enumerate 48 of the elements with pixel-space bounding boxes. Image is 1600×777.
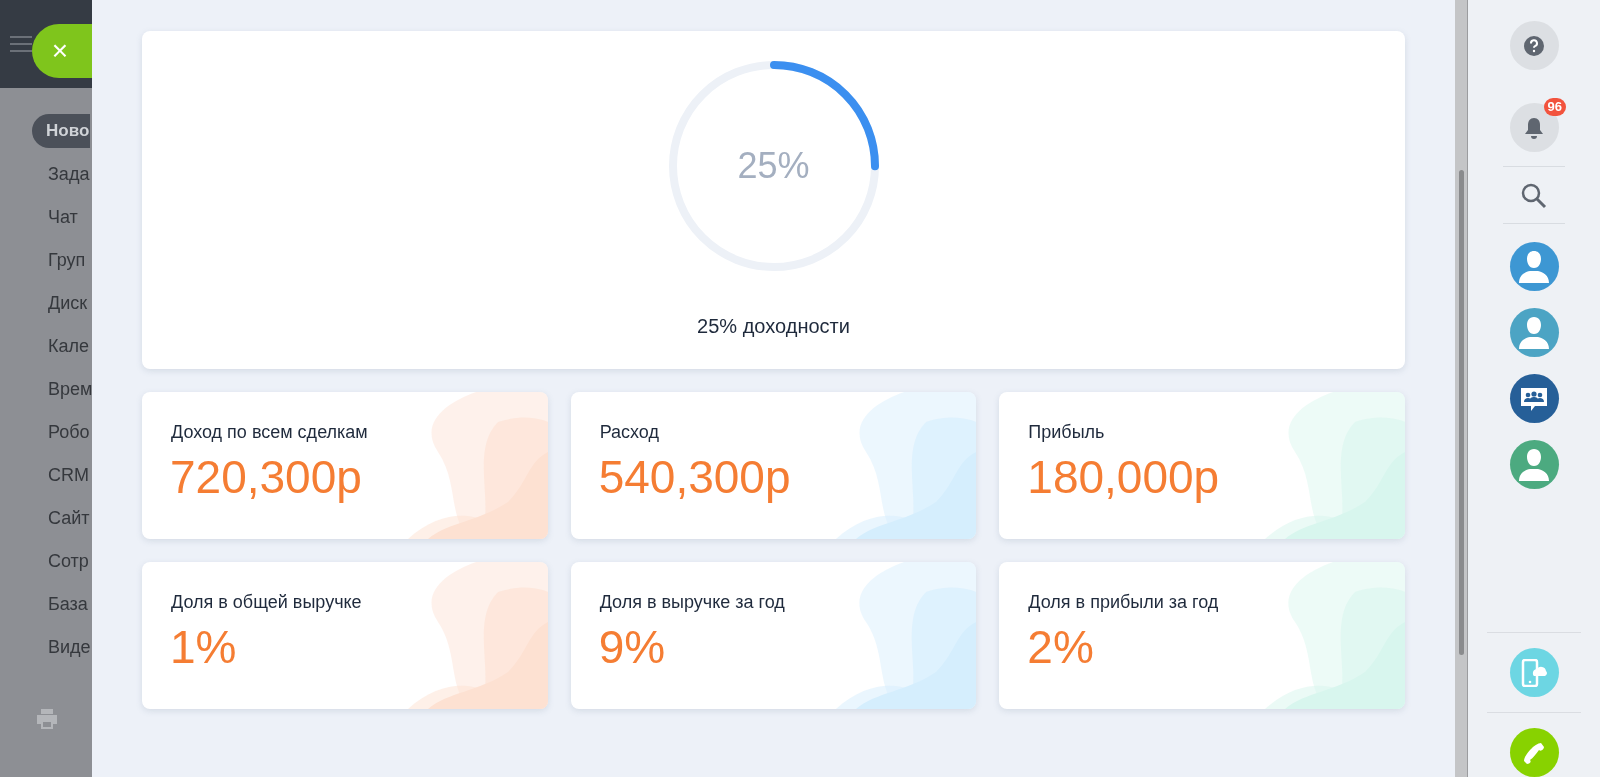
stat-label: Расход: [599, 421, 660, 444]
menu-item[interactable]: Зада: [32, 157, 90, 191]
person-silhouette-icon: [1517, 314, 1551, 351]
stat-label: Прибыль: [1028, 421, 1106, 444]
mobile-cloud-button[interactable]: [1509, 648, 1559, 697]
contact-avatar[interactable]: [1509, 308, 1559, 357]
progress-reading: 25%: [736, 144, 811, 188]
menu-item[interactable]: Врем: [32, 372, 90, 406]
menu-item[interactable]: Робо: [32, 415, 90, 449]
notification-badge: 96: [1543, 98, 1566, 116]
close-button[interactable]: ×: [32, 24, 92, 78]
stat-value: 2%: [1027, 620, 1095, 674]
menu-item[interactable]: Ново: [32, 114, 90, 148]
search-button[interactable]: [1519, 181, 1549, 211]
person-silhouette-icon: [1517, 446, 1551, 483]
group-chat-avatar[interactable]: [1509, 374, 1559, 423]
printer-icon[interactable]: [36, 708, 58, 730]
menu-item[interactable]: Кале: [32, 329, 90, 363]
stat-value: 180,000р: [1027, 450, 1221, 504]
stat-label: Доход по всем сделкам: [171, 421, 369, 444]
person-silhouette-icon: [1517, 248, 1551, 285]
stat-value: 540,300р: [598, 450, 792, 504]
phone-cloud-icon: [1521, 658, 1547, 687]
stat-label: Доля в общей выручке: [171, 591, 363, 614]
contact-avatar[interactable]: [1509, 440, 1559, 489]
phone-icon: [1522, 740, 1546, 765]
search-icon: [1521, 183, 1547, 209]
stat-value: 1%: [170, 620, 238, 674]
menu-item[interactable]: Виде: [32, 630, 90, 664]
menu-item[interactable]: Сотр: [32, 544, 90, 578]
menu-item[interactable]: Сайт: [32, 501, 90, 535]
stat-value: 720,300р: [170, 450, 363, 504]
progress-caption: 25% доходности: [697, 314, 850, 339]
menu-item[interactable]: Чат: [32, 200, 90, 234]
contact-avatar[interactable]: [1509, 242, 1559, 291]
menu-item[interactable]: CRM: [32, 458, 90, 492]
menu-item[interactable]: База: [32, 587, 90, 621]
stat-label: Доля в выручке за год: [599, 591, 786, 614]
bell-icon: [1524, 116, 1544, 139]
menu-item[interactable]: Груп: [32, 243, 90, 277]
scrollbar[interactable]: [1455, 0, 1467, 777]
stat-label: Доля в прибыли за год: [1028, 591, 1220, 614]
menu-item[interactable]: Диск: [32, 286, 90, 320]
menu-icon[interactable]: [10, 36, 32, 52]
help-icon: [1524, 35, 1544, 56]
help-button[interactable]: [1509, 21, 1559, 70]
call-button[interactable]: [1509, 728, 1559, 777]
stat-value: 9%: [598, 620, 667, 674]
